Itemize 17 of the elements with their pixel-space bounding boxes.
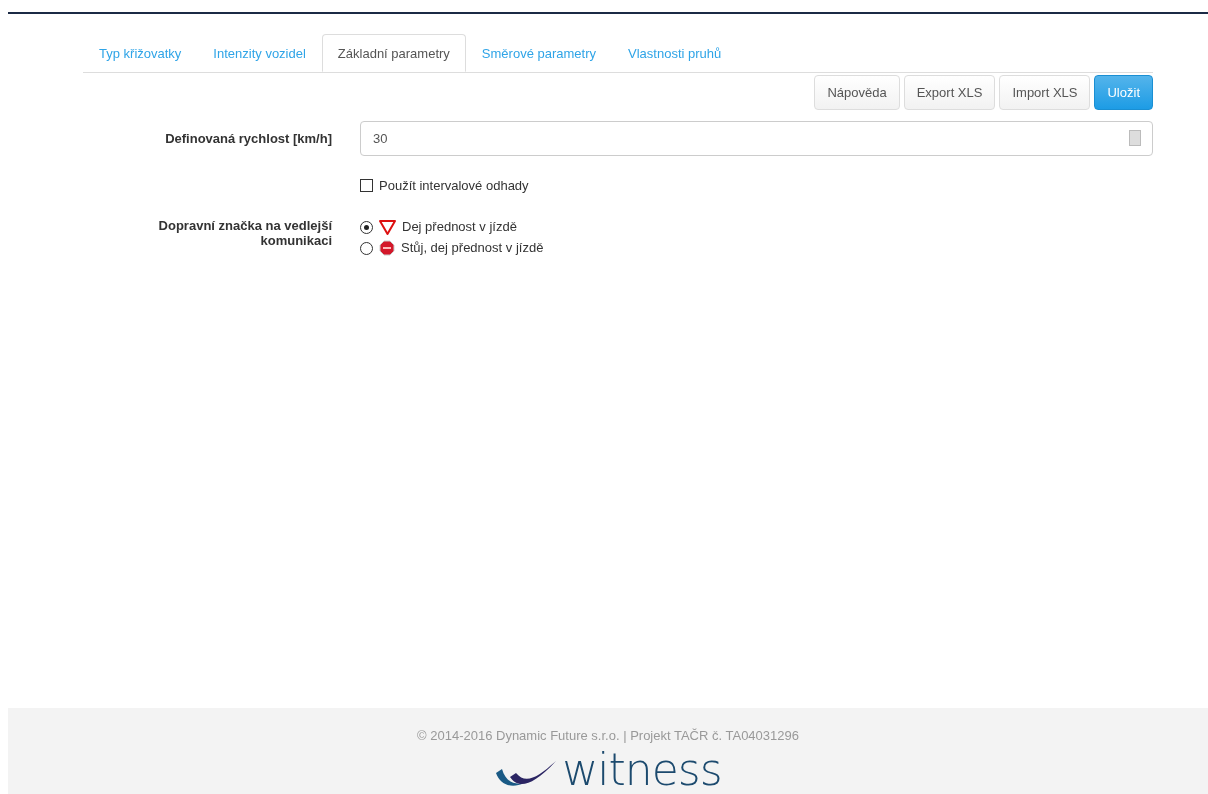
toolbar-button[interactable]: Nápověda — [814, 75, 900, 110]
field-label: Definovaná rychlost [km/h] — [164, 131, 333, 146]
toolbar-button[interactable]: Import XLS — [999, 75, 1091, 110]
field-label: Dopravní značka na vedlejší komunikaci — [157, 218, 334, 248]
stop-sign-icon — [379, 240, 395, 256]
radio-label: Dej přednost v jízdě — [402, 218, 517, 236]
radio-label: Stůj, dej přednost v jízdě — [401, 239, 544, 257]
checkbox-label: Použít intervalové odhady — [379, 178, 529, 193]
toolbar-button[interactable]: Export XLS — [903, 75, 996, 110]
checkbox[interactable] — [360, 179, 373, 192]
tab[interactable]: Základní parametry — [321, 34, 466, 72]
speed-input-field[interactable]: 30 — [360, 121, 1153, 156]
copyright-text: © 2014-2016 Dynamic Future s.r.o. | Projekt TAČR č. TA04031296 — [417, 728, 799, 743]
logo-text: witness — [562, 751, 722, 789]
radio-button[interactable] — [360, 241, 373, 255]
radio-button[interactable] — [360, 220, 373, 234]
yield-sign-icon — [379, 219, 396, 235]
